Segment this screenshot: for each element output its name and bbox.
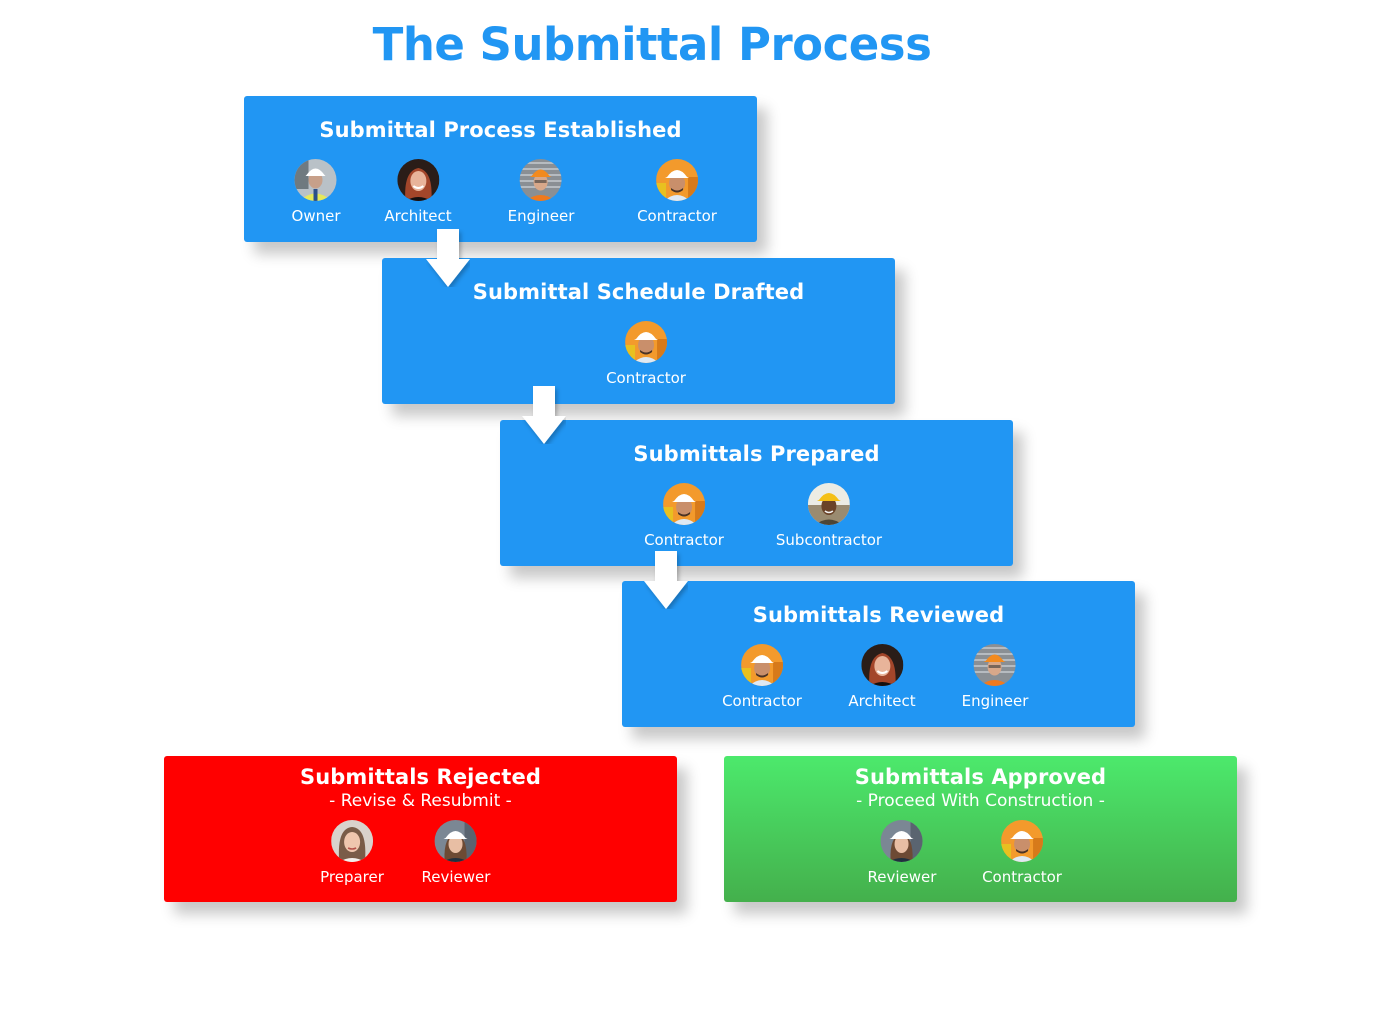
preparer-avatar (331, 820, 373, 862)
role-label: Contractor (606, 369, 686, 387)
step-title: Submittals Reviewed (752, 603, 1005, 627)
role-contractor: Contractor (982, 820, 1062, 886)
arrow-down-icon (644, 551, 688, 609)
role-subcontractor: Subcontractor (776, 483, 882, 549)
step-submittals-prepared: Submittals Prepared Contractor Subcontra… (500, 420, 1013, 566)
role-label: Engineer (961, 692, 1029, 710)
diagram-title: The Submittal Process (372, 18, 932, 71)
arrow-down-icon (522, 386, 566, 444)
outcome-roles: Reviewer Contractor (724, 820, 1237, 890)
outcome-subtitle: - Proceed With Construction - (856, 791, 1105, 811)
step-roles: Contractor Architect Engineer (622, 644, 1135, 714)
role-architect: Architect (848, 644, 916, 710)
reviewer-avatar (881, 820, 923, 862)
role-label: Preparer (320, 868, 384, 886)
owner-avatar (295, 159, 337, 201)
role-reviewer: Reviewer (867, 820, 937, 886)
role-label: Contractor (644, 531, 724, 549)
role-architect: Architect (384, 159, 452, 225)
role-reviewer: Reviewer (421, 820, 491, 886)
architect-avatar (861, 644, 903, 686)
step-roles: Contractor Subcontractor (500, 483, 1013, 553)
step-submittals-reviewed: Submittals Reviewed Contractor Architect… (622, 581, 1135, 727)
reviewer-avatar (435, 820, 477, 862)
arrow-down-icon (426, 229, 470, 287)
step-title: Submittal Process Established (319, 118, 682, 142)
subcontractor-avatar (808, 483, 850, 525)
role-label: Contractor (722, 692, 802, 710)
role-label: Architect (384, 207, 452, 225)
contractor-avatar (1001, 820, 1043, 862)
role-label: Reviewer (867, 868, 937, 886)
role-contractor: Contractor (644, 483, 724, 549)
outcome-rejected: Submittals Rejected - Revise & Resubmit … (164, 756, 677, 902)
role-label: Owner (291, 207, 341, 225)
role-label: Reviewer (421, 868, 491, 886)
role-label: Contractor (637, 207, 717, 225)
architect-avatar (397, 159, 439, 201)
contractor-avatar (663, 483, 705, 525)
role-owner: Owner (291, 159, 341, 225)
step-process-established: Submittal Process Established Owner Arch… (244, 96, 757, 242)
role-engineer: Engineer (507, 159, 575, 225)
role-label: Architect (848, 692, 916, 710)
contractor-avatar (741, 644, 783, 686)
role-preparer: Preparer (320, 820, 384, 886)
role-contractor: Contractor (606, 321, 686, 387)
role-contractor: Contractor (722, 644, 802, 710)
outcome-approved: Submittals Approved - Proceed With Const… (724, 756, 1237, 902)
step-roles: Owner Architect Engineer Contractor (244, 159, 757, 229)
step-title: Submittals Prepared (633, 442, 880, 466)
role-engineer: Engineer (961, 644, 1029, 710)
contractor-avatar (625, 321, 667, 363)
role-label: Engineer (507, 207, 575, 225)
outcome-subtitle: - Revise & Resubmit - (329, 791, 512, 811)
role-label: Subcontractor (775, 531, 883, 549)
engineer-avatar (974, 644, 1016, 686)
role-label: Contractor (982, 868, 1062, 886)
role-contractor: Contractor (637, 159, 717, 225)
engineer-avatar (520, 159, 562, 201)
outcome-title: Submittals Approved (854, 765, 1107, 789)
step-roles: Contractor (382, 321, 895, 391)
outcome-title: Submittals Rejected (300, 765, 541, 789)
contractor-avatar (656, 159, 698, 201)
outcome-roles: Preparer Reviewer (164, 820, 677, 890)
